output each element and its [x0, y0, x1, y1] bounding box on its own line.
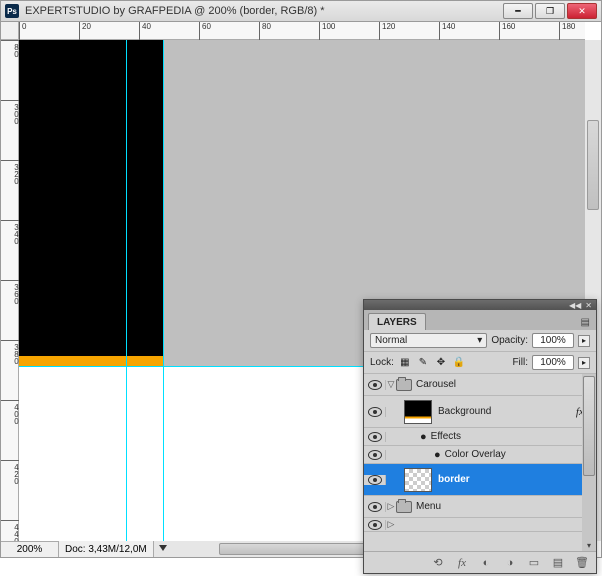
new-group-icon[interactable]: ▭	[526, 555, 542, 571]
window-minimize-button[interactable]: ━	[503, 3, 533, 19]
ruler-h-tick: 20	[79, 22, 91, 40]
panel-close-icon[interactable]: ✕	[585, 301, 592, 310]
ruler-origin[interactable]	[1, 22, 19, 40]
lock-fill-row: Lock: ▦ ✎ ✥ 🔒 Fill: 100% ▸	[364, 352, 596, 374]
effects-icon: ●	[420, 431, 427, 443]
layer-row[interactable]: ▷	[364, 518, 596, 532]
ruler-v-tick: 320	[1, 160, 19, 184]
layer-name[interactable]: Color Overlay	[445, 449, 506, 460]
layer-name[interactable]: border	[438, 474, 470, 485]
visibility-eye-icon[interactable]	[368, 450, 382, 460]
ruler-h-tick: 120	[379, 22, 395, 40]
ruler-h-tick: 0	[19, 22, 26, 40]
panel-menu-button[interactable]: ▤	[579, 315, 592, 330]
disclosure-down-icon[interactable]: ▽	[386, 379, 396, 390]
panel-drag-strip[interactable]: ◀◀ ✕	[364, 300, 596, 310]
delete-layer-icon[interactable]: 🗑	[574, 555, 590, 571]
ruler-v-tick: 420	[1, 460, 19, 484]
ruler-h-tick: 60	[199, 22, 211, 40]
visibility-eye-icon[interactable]	[368, 475, 382, 485]
ruler-h-tick: 100	[319, 22, 335, 40]
guide-vertical[interactable]	[126, 40, 127, 541]
layer-group-menu[interactable]: ▷ Menu	[364, 496, 596, 518]
lock-pixels-icon[interactable]: ✎	[416, 356, 430, 370]
blend-mode-value: Normal	[375, 335, 407, 346]
link-layers-icon[interactable]: ⟲	[430, 555, 446, 571]
layers-panel: ◀◀ ✕ LAYERS ▤ Normal ▾ Opacity: 100% ▸ Lo…	[363, 299, 597, 574]
opacity-field[interactable]: 100%	[532, 333, 574, 348]
visibility-eye-icon[interactable]	[368, 407, 382, 417]
ruler-vertical[interactable]: 80 300 320 340 360 380 400 420 440	[1, 40, 19, 541]
fill-scrub-icon[interactable]: ▸	[578, 357, 590, 369]
window-close-button[interactable]: ✕	[567, 3, 597, 19]
visibility-eye-icon[interactable]	[368, 432, 382, 442]
panel-tab-bar: LAYERS ▤	[364, 310, 596, 330]
opacity-label: Opacity:	[491, 335, 528, 346]
ruler-v-tick: 300	[1, 100, 19, 124]
zoom-level[interactable]: 200%	[1, 541, 59, 557]
visibility-eye-icon[interactable]	[368, 380, 382, 390]
window-title: EXPERTSTUDIO by GRAFPEDIA @ 200% (border…	[25, 5, 503, 17]
guide-vertical[interactable]	[163, 40, 164, 541]
ruler-h-tick: 140	[439, 22, 455, 40]
canvas-black-area	[19, 40, 163, 356]
layer-name[interactable]: Background	[438, 406, 491, 417]
scroll-down-icon[interactable]: ▾	[582, 539, 596, 551]
canvas-orange-border	[19, 356, 163, 366]
opacity-scrub-icon[interactable]: ▸	[578, 335, 590, 347]
document-info[interactable]: Doc: 3,43M/12,0M	[59, 541, 154, 557]
chevron-down-icon: ▾	[477, 335, 482, 346]
layer-border[interactable]: border	[364, 464, 596, 496]
layer-thumbnail[interactable]	[404, 468, 432, 492]
panel-scrollbar[interactable]: ▾	[582, 374, 596, 551]
scrollbar-thumb[interactable]	[583, 376, 595, 476]
panel-footer: ⟲ fx ◐ ◑ ▭ ▤ 🗑	[364, 551, 596, 573]
disclosure-right-icon[interactable]: ▷	[386, 519, 396, 530]
layer-background[interactable]: Background fx ▽	[364, 396, 596, 428]
ruler-v-tick: 360	[1, 280, 19, 304]
layer-name[interactable]: Carousel	[416, 379, 456, 390]
ruler-horizontal[interactable]: 0 20 40 60 80 100 120 140 160 180	[19, 22, 585, 40]
layer-name[interactable]: Effects	[431, 431, 461, 442]
layer-effects[interactable]: ● Effects	[364, 428, 596, 446]
window-titlebar: Ps EXPERTSTUDIO by GRAFPEDIA @ 200% (bor…	[0, 0, 602, 22]
window-maximize-button[interactable]: ❐	[535, 3, 565, 19]
blend-opacity-row: Normal ▾ Opacity: 100% ▸	[364, 330, 596, 352]
layer-color-overlay[interactable]: ● Color Overlay	[364, 446, 596, 464]
fill-field[interactable]: 100%	[532, 355, 574, 370]
layer-thumbnail[interactable]	[404, 400, 432, 424]
layer-group-carousel[interactable]: ▽ Carousel	[364, 374, 596, 396]
collapse-icon[interactable]: ◀◀	[569, 301, 581, 310]
ruler-h-tick: 160	[499, 22, 515, 40]
layer-style-icon[interactable]: fx	[454, 555, 470, 571]
folder-icon	[396, 379, 412, 391]
layer-list: ▽ Carousel Background fx ▽ ● Effects ● C…	[364, 374, 596, 532]
adjustment-layer-icon[interactable]: ◑	[502, 555, 518, 571]
ruler-h-tick: 40	[139, 22, 151, 40]
disclosure-right-icon[interactable]: ▷	[386, 501, 396, 512]
lock-label: Lock:	[370, 357, 394, 368]
lock-transparency-icon[interactable]: ▦	[398, 356, 412, 370]
ruler-v-tick: 400	[1, 400, 19, 424]
ruler-h-tick: 80	[259, 22, 271, 40]
ruler-v-tick: 80	[1, 40, 19, 57]
doc-info-menu-icon[interactable]	[159, 545, 167, 551]
ruler-v-tick: 380	[1, 340, 19, 364]
folder-icon	[396, 501, 412, 513]
tab-layers[interactable]: LAYERS	[368, 313, 426, 330]
scrollbar-thumb[interactable]	[587, 120, 599, 210]
layer-mask-icon[interactable]: ◐	[478, 555, 494, 571]
visibility-eye-icon[interactable]	[368, 520, 382, 530]
app-icon: Ps	[5, 4, 19, 18]
visibility-eye-icon[interactable]	[368, 502, 382, 512]
effect-icon: ●	[434, 449, 441, 461]
layer-name[interactable]: Menu	[416, 501, 441, 512]
ruler-v-tick: 340	[1, 220, 19, 244]
ruler-h-tick: 180	[559, 22, 575, 40]
blend-mode-dropdown[interactable]: Normal ▾	[370, 333, 487, 348]
fill-label: Fill:	[512, 357, 528, 368]
new-layer-icon[interactable]: ▤	[550, 555, 566, 571]
lock-position-icon[interactable]: ✥	[434, 356, 448, 370]
lock-all-icon[interactable]: 🔒	[452, 356, 466, 370]
